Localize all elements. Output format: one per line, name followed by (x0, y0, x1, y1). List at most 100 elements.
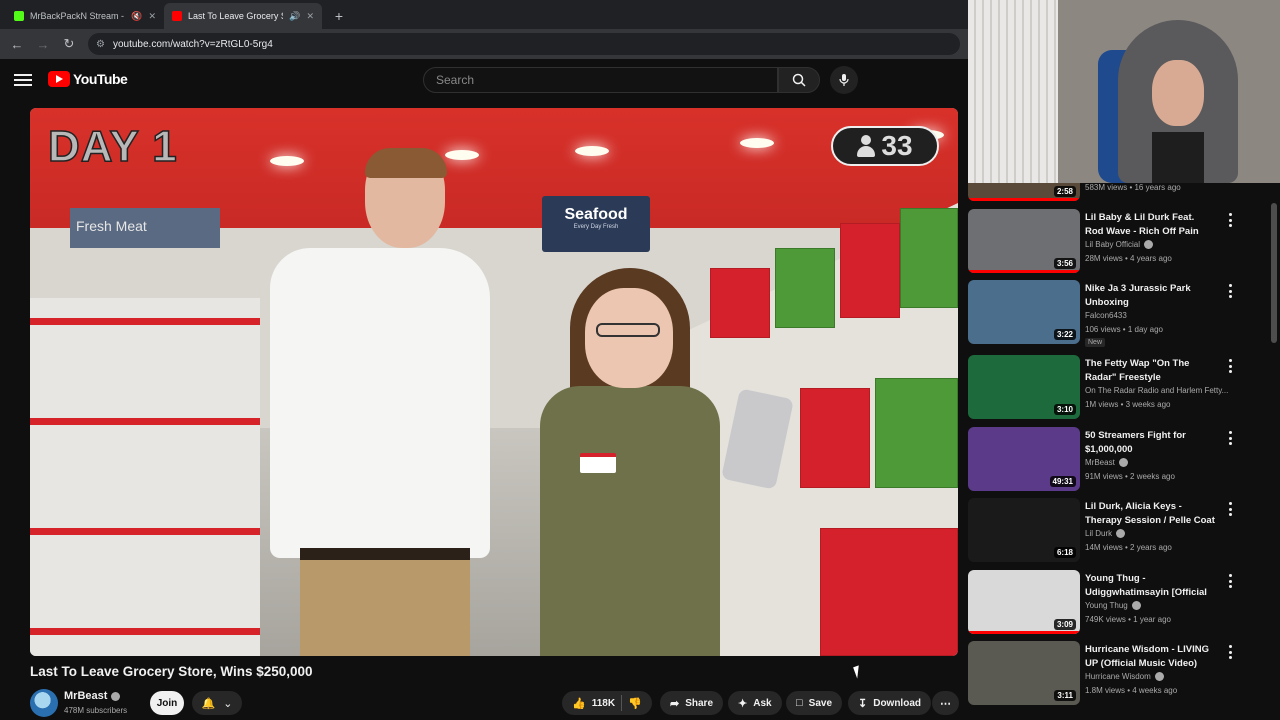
recommendation-item[interactable]: 49:31 50 Streamers Fight for $1,000,000 … (968, 427, 1268, 497)
ask-button[interactable]: ✦ Ask (728, 691, 782, 715)
video-thumbnail[interactable]: 6:18 (968, 498, 1080, 562)
share-icon: ➦ (670, 697, 680, 710)
forward-button[interactable]: → (32, 33, 54, 55)
video-thumbnail[interactable]: 2:58 (968, 183, 1080, 201)
more-vertical-icon[interactable] (1226, 284, 1234, 298)
more-vertical-icon[interactable] (1226, 213, 1234, 227)
recommendation-item[interactable]: 6:18 Lil Durk, Alicia Keys - Therapy Ses… (968, 498, 1268, 568)
video-meta: 91M views • 2 weeks ago (1085, 472, 1175, 481)
video-title[interactable]: Lil Baby & Lil Durk Feat. Rod Wave - Ric… (1085, 211, 1215, 239)
video-thumbnail[interactable]: 3:10 (968, 355, 1080, 419)
woman-top (540, 386, 720, 656)
thumbs-down-icon[interactable]: 👎 (628, 697, 642, 710)
youtube-logo[interactable]: YouTube (48, 71, 128, 87)
reload-button[interactable]: ↻ (58, 33, 80, 55)
sidebar-scrollbar[interactable] (1268, 183, 1280, 720)
search-button[interactable] (778, 67, 820, 93)
channel-name[interactable]: On The Radar Radio and Harlem Fetty... (1085, 386, 1245, 395)
video-thumbnail[interactable]: 49:31 (968, 427, 1080, 491)
video-title[interactable]: 50 Streamers Fight for $1,000,000 (1085, 429, 1215, 457)
close-tab-icon[interactable]: ✕ (148, 11, 156, 22)
video-title[interactable]: The Fetty Wap "On The Radar" Freestyle (1085, 357, 1215, 385)
tab-title: MrBackPackN Stream - Wa (30, 11, 125, 21)
recommendation-item[interactable]: 3:22 Nike Ja 3 Jurassic Park Unboxing Fa… (968, 280, 1268, 350)
like-dislike-group: 👍 118K 👎 (562, 691, 652, 715)
video-title[interactable]: Lil Durk, Alicia Keys - Therapy Session … (1085, 500, 1215, 528)
channel-avatar[interactable] (30, 689, 58, 717)
mute-icon[interactable]: 🔇 (131, 11, 142, 22)
video-thumbnail[interactable]: 3:22 (968, 280, 1080, 344)
channel-label: On The Radar Radio and Harlem Fetty... (1085, 386, 1229, 395)
duration-badge: 2:58 (1053, 186, 1076, 197)
audio-icon[interactable]: 🔊 (289, 11, 300, 22)
man-pants (300, 560, 470, 656)
voice-search-button[interactable] (830, 66, 858, 94)
bell-icon: 🔔 (201, 697, 216, 710)
seafood-sign-text: Seafood (564, 206, 628, 223)
more-vertical-icon[interactable] (1226, 502, 1234, 516)
partial-recommendation[interactable]: 2:58 583M views • 16 years ago (968, 183, 1268, 201)
tab-youtube[interactable]: Last To Leave Grocery Store 🔊 ✕ (164, 3, 322, 29)
video-meta: 749K views • 1 year ago (1085, 615, 1171, 624)
video-title[interactable]: Nike Ja 3 Jurassic Park Unboxing (1085, 282, 1215, 310)
more-horizontal-icon: ⋯ (940, 697, 951, 710)
video-title: Last To Leave Grocery Store, Wins $250,0… (30, 664, 313, 679)
channel-name[interactable]: Falcon6433 (1085, 311, 1245, 320)
site-info-icon[interactable]: ⚙ (96, 39, 105, 50)
channel-name[interactable]: Lil Baby Official (1085, 240, 1245, 249)
back-button[interactable]: ← (6, 33, 28, 55)
microphone-icon (839, 74, 849, 86)
sparkle-icon: ✦ (738, 697, 748, 710)
player-count: 33 (881, 130, 913, 161)
hamburger-menu-icon[interactable] (14, 72, 32, 88)
video-player[interactable]: Fresh Meat Seafood Every Day Fresh DAY 1… (30, 108, 958, 656)
woman-head (585, 288, 673, 388)
youtube-header: YouTube Search (0, 59, 968, 103)
video-thumbnail[interactable]: 3:56 (968, 209, 1080, 273)
download-button[interactable]: ↧ Download (848, 691, 931, 715)
channel-name[interactable]: Lil Durk (1085, 529, 1245, 538)
shelf-edge (30, 628, 260, 635)
close-tab-icon[interactable]: ✕ (306, 11, 314, 22)
tab-title: Last To Leave Grocery Store (188, 11, 283, 21)
save-button[interactable]: □ Save (786, 691, 843, 715)
more-vertical-icon[interactable] (1226, 431, 1234, 445)
channel-label: MrBeast (1085, 458, 1115, 467)
video-meta: 1M views • 3 weeks ago (1085, 400, 1171, 409)
video-title[interactable]: Hurricane Wisdom - LIVING UP (Official M… (1085, 643, 1215, 671)
like-count[interactable]: 118K (592, 698, 615, 709)
verified-icon (1116, 529, 1126, 538)
recommendation-item[interactable]: 3:10 The Fetty Wap "On The Radar" Freest… (968, 355, 1268, 425)
channel-name[interactable]: Hurricane Wisdom (1085, 672, 1245, 681)
channel-label: Lil Baby Official (1085, 240, 1140, 249)
channel-name[interactable]: Young Thug (1085, 601, 1245, 610)
tab-stream[interactable]: MrBackPackN Stream - Wa 🔇 ✕ (6, 3, 164, 29)
channel-name[interactable]: MrBeast (64, 690, 107, 702)
new-tab-button[interactable]: + (328, 5, 350, 27)
video-title[interactable]: Young Thug - Udiggwhatimsayin [Official … (1085, 572, 1215, 600)
channel-name[interactable]: MrBeast (1085, 458, 1245, 467)
chevron-down-icon: ⌄ (223, 697, 233, 710)
scrollbar-thumb[interactable] (1271, 203, 1277, 343)
share-button[interactable]: ➦ Share (660, 691, 724, 715)
more-vertical-icon[interactable] (1226, 574, 1234, 588)
join-button[interactable]: Join (150, 691, 184, 715)
channel-name-row[interactable]: MrBeast (64, 690, 121, 702)
more-actions-button[interactable]: ⋯ (932, 691, 959, 715)
recommendation-item[interactable]: 3:09 Young Thug - Udiggwhatimsayin [Offi… (968, 570, 1268, 640)
recommendation-item[interactable]: 3:11 Hurricane Wisdom - LIVING UP (Offic… (968, 641, 1268, 711)
shelf-edge (30, 318, 260, 325)
video-thumbnail[interactable]: 3:09 (968, 570, 1080, 634)
thumbs-up-icon[interactable]: 👍 (572, 697, 586, 710)
more-vertical-icon[interactable] (1226, 359, 1234, 373)
duration-badge: 3:22 (1053, 329, 1076, 340)
search-input[interactable]: Search (423, 67, 778, 93)
more-vertical-icon[interactable] (1226, 645, 1234, 659)
left-shelf (30, 298, 260, 656)
recommendation-item[interactable]: 3:56 Lil Baby & Lil Durk Feat. Rod Wave … (968, 209, 1268, 279)
man-shirt (270, 248, 490, 558)
woman-glasses (596, 323, 660, 337)
video-thumbnail[interactable]: 3:11 (968, 641, 1080, 705)
address-bar[interactable]: ⚙ youtube.com/watch?v=zRtGL0-5rg4 (88, 33, 960, 55)
notification-bell-button[interactable]: 🔔 ⌄ (192, 691, 242, 715)
